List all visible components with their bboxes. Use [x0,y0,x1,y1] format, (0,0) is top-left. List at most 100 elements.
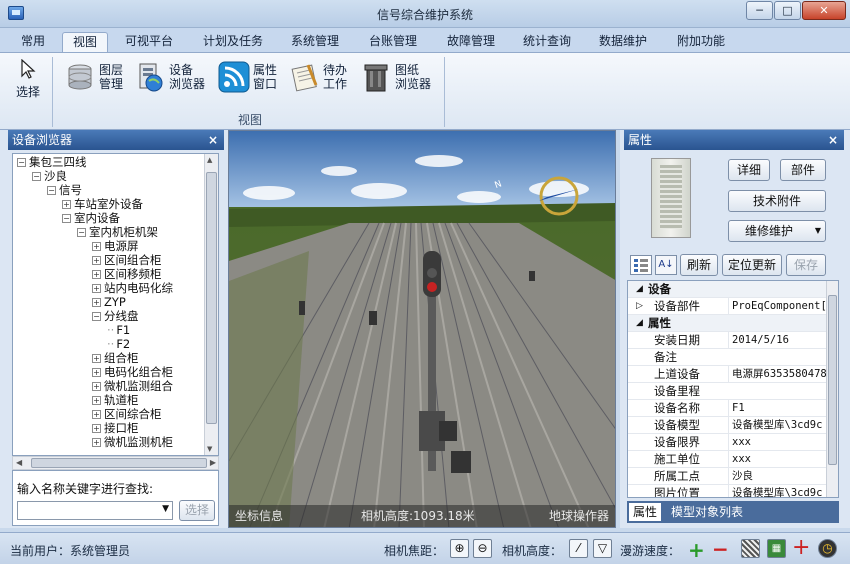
expand-icon[interactable]: ▷ [636,298,643,315]
property-row[interactable]: 安装日期 2014/5/16 [628,332,826,349]
tree-node[interactable]: − 室内机柜机架 [77,226,158,239]
minimize-button[interactable]: ─ [746,1,773,20]
close-button[interactable]: ✕ [802,1,846,20]
tree-node[interactable]: − 室内设备 [62,212,120,225]
property-window-button[interactable]: 属性 窗口 [218,61,277,93]
collapse-icon[interactable]: ◢ [636,281,643,298]
scene-3d-view[interactable]: N 坐标信息 相机高度:1093.18米 地球操作器 [228,130,616,528]
scroll-right-icon[interactable]: ▶ [210,458,216,467]
speed-increase-icon[interactable]: + [688,538,705,562]
expand-icon[interactable]: + [92,396,101,405]
tab-visual-platform[interactable]: 可视平台 [118,32,180,52]
property-row[interactable]: ▷ 设备部件 ProEqComponent[] [628,298,826,315]
expand-icon[interactable]: + [92,270,101,279]
property-value[interactable]: F1 [728,400,826,417]
scroll-down-icon[interactable]: ▼ [207,445,212,453]
property-category[interactable]: ◢ 设备 [628,281,826,298]
property-row[interactable]: 施工单位 xxx [628,451,826,468]
search-select-button[interactable]: 选择 [179,500,215,521]
tree-node[interactable]: + 微机监测机柜 [92,436,173,449]
property-row[interactable]: 图片位置 设备模型库\3cd9c [628,485,826,497]
property-category[interactable]: ◢ 属性 [628,315,826,332]
properties-close-button[interactable]: × [828,130,838,150]
property-value[interactable]: 沙良 [728,468,826,485]
clock-icon[interactable]: ◷ [818,539,837,558]
tree-node[interactable]: + 轨道柜 [92,394,139,407]
tree-node[interactable]: ·· F1 [107,324,130,337]
grid-pattern-icon[interactable] [741,539,760,558]
tab-view[interactable]: 视图 [62,32,108,52]
property-value[interactable]: 设备模型库\3cd9c [728,417,826,434]
scroll-left-icon[interactable]: ◀ [16,458,22,467]
sort-az-icon[interactable]: A↓ [655,255,677,275]
save-button[interactable]: 保存 [786,254,826,276]
expand-icon[interactable]: + [92,410,101,419]
property-row[interactable]: 设备限界 xxx [628,434,826,451]
tree-node[interactable]: + 车站室外设备 [62,198,143,211]
property-row[interactable]: 所属工点 沙良 [628,468,826,485]
collapse-icon[interactable]: ◢ [636,315,643,332]
tree-node[interactable]: ·· F2 [107,338,130,351]
tab-common[interactable]: 常用 [12,32,54,52]
tree-vertical-scrollbar[interactable]: ▲ ▼ [204,154,218,455]
expand-icon[interactable]: + [92,382,101,391]
tree-scroll-thumb[interactable] [206,172,217,424]
expand-icon[interactable]: + [92,284,101,293]
categorized-view-icon[interactable] [630,255,652,275]
tree-node[interactable]: + 区间综合柜 [92,408,162,421]
tab-extra[interactable]: 附加功能 [670,32,732,52]
crosshair-icon[interactable]: + [792,537,810,559]
zoom-in-icon[interactable]: ⊕ [450,539,469,558]
property-row[interactable]: 备注 [628,349,826,366]
tab-plan-task[interactable]: 计划及任务 [196,32,270,52]
part-button[interactable]: 部件 [780,159,826,181]
expand-icon[interactable]: + [92,242,101,251]
tab-data-maint[interactable]: 数据维护 [592,32,654,52]
property-grid[interactable]: ◢ 设备 ▷ 设备部件 ProEqComponent[] ◢ 属性 安装日期 2014/5/16… [627,280,839,498]
expand-icon[interactable]: + [62,200,71,209]
locate-update-button[interactable]: 定位更新 [722,254,782,276]
tab-system-mgmt[interactable]: 系统管理 [284,32,346,52]
tab-ledger-mgmt[interactable]: 台账管理 [362,32,424,52]
layer-mgmt-button[interactable]: 图层 管理 [64,61,123,93]
expand-icon[interactable]: + [92,368,101,377]
tech-attachment-button[interactable]: 技术附件 [728,190,826,212]
tree-node[interactable]: + 接口柜 [92,422,139,435]
scroll-up-icon[interactable]: ▲ [207,156,212,164]
property-value[interactable]: ProEqComponent[] [728,298,826,315]
tree-hscroll-thumb[interactable] [31,458,207,468]
expand-icon[interactable]: + [92,298,101,307]
tree-node[interactable]: + 微机监测组合 [92,380,173,393]
tree-node[interactable]: + ZYP [92,296,126,309]
tree-node[interactable]: + 电码化组合柜 [92,366,173,379]
collapse-icon[interactable]: − [62,214,71,223]
property-row[interactable]: 设备里程 [628,383,826,400]
tree-node[interactable]: − 集包三四线 [17,156,87,169]
collapse-icon[interactable]: − [17,158,26,167]
tree-node[interactable]: − 信号 [47,184,82,197]
chevron-down-icon[interactable]: ▼ [162,504,169,514]
map-icon[interactable]: ▦ [767,539,786,558]
tree-node[interactable]: + 电源屏 [92,240,139,253]
tree-node[interactable]: + 组合柜 [92,352,139,365]
property-row[interactable]: 设备模型 设备模型库\3cd9c [628,417,826,434]
tree-node[interactable]: − 分线盘 [92,310,139,323]
property-value[interactable]: 设备模型库\3cd9c [728,485,826,497]
device-browser-button[interactable]: 设备 浏览器 [134,61,205,93]
todo-button[interactable]: 待办 工作 [288,61,347,93]
property-row[interactable]: 设备名称 F1 [628,400,826,417]
expand-icon[interactable]: + [92,354,101,363]
expand-icon[interactable]: + [92,424,101,433]
detail-button[interactable]: 详细 [728,159,770,181]
zoom-out-icon[interactable]: ⊖ [473,539,492,558]
maintenance-button[interactable]: 维修维护 ▼ [728,220,826,242]
property-value[interactable]: 2014/5/16 [728,332,826,349]
drawing-browser-button[interactable]: 图纸 浏览器 [360,61,431,93]
property-row[interactable]: 上道设备 电源屏63535804786 [628,366,826,383]
collapse-icon[interactable]: − [77,228,86,237]
expand-icon[interactable]: + [92,256,101,265]
tree-node[interactable]: + 站内电码化综 [92,282,173,295]
tab-properties[interactable]: 属性 [629,503,662,521]
property-value[interactable]: xxx [728,451,826,468]
collapse-icon[interactable]: − [32,172,41,181]
